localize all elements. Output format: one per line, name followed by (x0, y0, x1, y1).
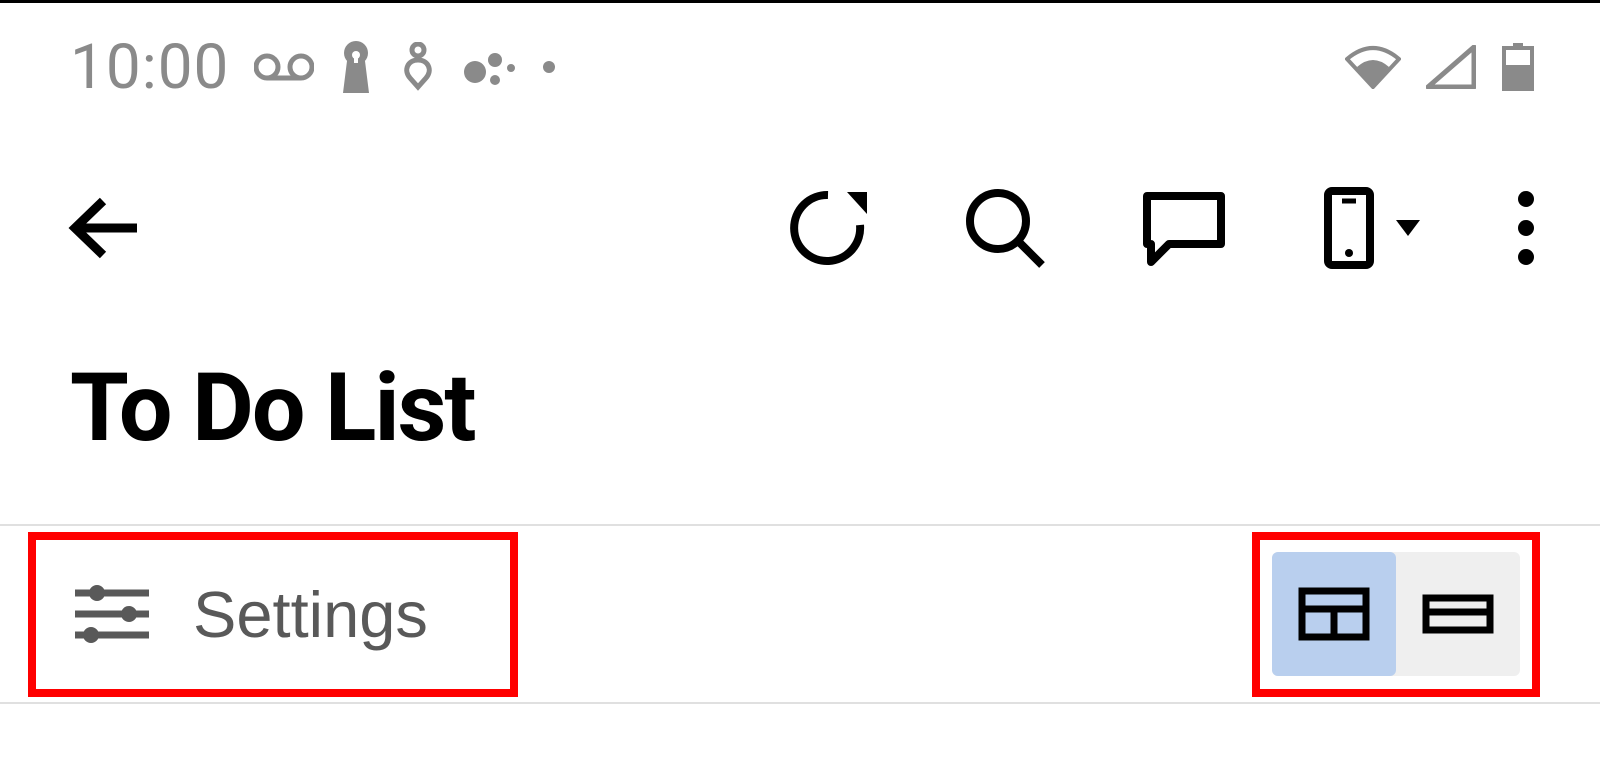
assistant-icon (463, 46, 517, 88)
settings-button-highlight: Settings (28, 532, 518, 697)
view-compact-icon (1422, 594, 1494, 634)
status-bar: 10:00 (0, 3, 1600, 123)
comment-button[interactable] (1141, 190, 1227, 266)
refresh-icon (787, 187, 869, 269)
status-bar-right (1345, 43, 1535, 91)
view-detailed-button[interactable] (1272, 552, 1396, 676)
wifi-icon (1345, 45, 1401, 89)
settings-button[interactable]: Settings (71, 577, 428, 652)
search-icon (964, 187, 1046, 269)
refresh-button[interactable] (787, 187, 869, 269)
controls-bar: Settings (0, 524, 1600, 704)
settings-label: Settings (193, 577, 428, 652)
status-bar-left: 10:00 (70, 31, 556, 104)
view-toggle (1272, 552, 1520, 676)
cellular-icon (1426, 45, 1476, 89)
more-button[interactable] (1517, 189, 1535, 267)
chevron-down-icon (1394, 218, 1422, 238)
battery-icon (1501, 43, 1535, 91)
view-detailed-icon (1298, 587, 1370, 641)
back-button[interactable] (65, 193, 143, 263)
toolbar-right (787, 187, 1535, 269)
app-toolbar (0, 123, 1600, 323)
lock-icon (339, 41, 373, 93)
dot-icon (542, 60, 556, 74)
comment-icon (1141, 190, 1227, 266)
toolbar-left (65, 193, 143, 263)
view-compact-button[interactable] (1396, 552, 1520, 676)
search-button[interactable] (964, 187, 1046, 269)
arrow-left-icon (65, 193, 143, 263)
more-vertical-icon (1517, 189, 1535, 267)
page-title: To Do List (0, 323, 1600, 524)
sliders-icon (71, 581, 153, 647)
device-icon (1322, 187, 1376, 269)
device-dropdown-button[interactable] (1322, 187, 1422, 269)
health-icon (398, 42, 438, 92)
view-toggle-highlight (1252, 532, 1540, 697)
status-time: 10:00 (70, 31, 229, 104)
voicemail-icon (254, 52, 314, 82)
